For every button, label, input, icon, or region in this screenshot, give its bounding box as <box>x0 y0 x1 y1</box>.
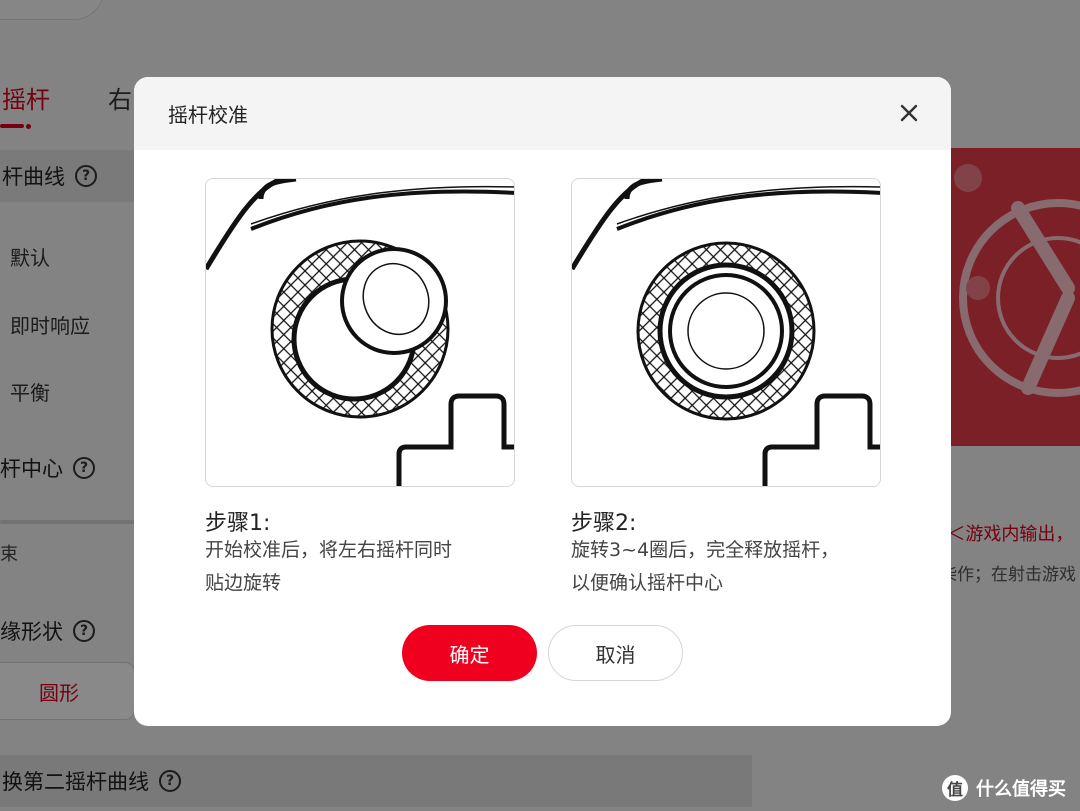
step2-illustration <box>571 178 881 487</box>
watermark-logo: 值 <box>942 775 968 801</box>
step2-description: 旋转3~4圈后，完全释放摇杆， 以便确认摇杆中心 <box>571 534 881 600</box>
step1-description: 开始校准后，将左右摇杆同时 贴边旋转 <box>205 534 515 600</box>
step2-line1: 旋转3~4圈后，完全释放摇杆， <box>571 539 840 561</box>
confirm-label: 确定 <box>449 642 490 667</box>
watermark: 值 什么值得买 <box>942 775 1066 801</box>
step2-line2: 以便确认摇杆中心 <box>571 572 724 594</box>
step2-title: 步骤2: <box>571 511 637 536</box>
cancel-label: 取消 <box>595 642 636 667</box>
step1-line1: 开始校准后，将左右摇杆同时 <box>205 539 453 561</box>
joystick-rotate-icon <box>206 179 514 486</box>
step1-illustration <box>205 178 515 487</box>
calibration-dialog: 摇杆校准 步骤1: 开始校准后，将左右摇杆同时 贴边旋转 步骤2: 旋转3~4圈… <box>134 77 951 726</box>
step1-title: 步骤1: <box>205 511 271 536</box>
close-icon[interactable] <box>897 101 921 125</box>
watermark-text: 什么值得买 <box>976 779 1066 800</box>
joystick-center-icon <box>572 179 880 486</box>
confirm-button[interactable]: 确定 <box>402 625 537 681</box>
step1-line2: 贴边旋转 <box>205 572 282 594</box>
cancel-button[interactable]: 取消 <box>548 625 683 681</box>
dialog-title: 摇杆校准 <box>168 103 248 127</box>
dialog-header: 摇杆校准 <box>134 77 951 150</box>
